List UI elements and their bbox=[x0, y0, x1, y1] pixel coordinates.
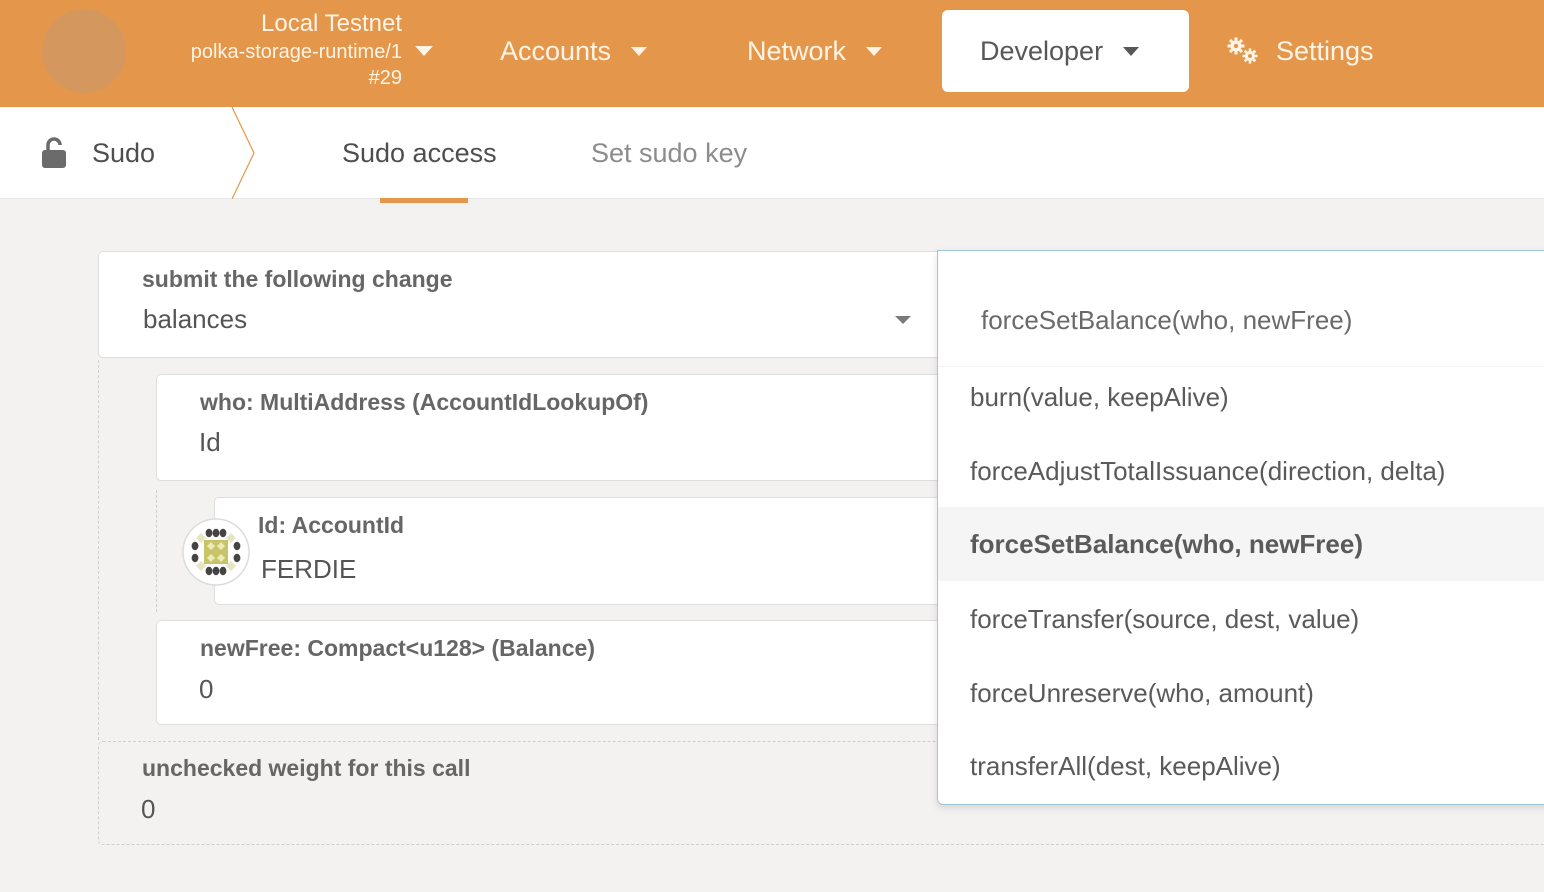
method-option[interactable]: transferAll(dest, keepAlive) bbox=[938, 729, 1544, 803]
tab-sudo-access-label: Sudo access bbox=[342, 137, 497, 168]
nav-developer[interactable]: Developer bbox=[942, 10, 1189, 92]
weight-value[interactable]: 0 bbox=[141, 794, 155, 825]
chain-logo[interactable] bbox=[42, 9, 126, 93]
method-option[interactable]: forceUnreserve(who, amount) bbox=[938, 656, 1544, 730]
weight-label: unchecked weight for this call bbox=[142, 755, 471, 781]
gears-icon bbox=[1227, 37, 1258, 64]
active-tab-indicator bbox=[380, 198, 468, 203]
chain-name: Local Testnet bbox=[261, 10, 402, 37]
runtime-version: polka-storage-runtime/1 bbox=[190, 41, 402, 63]
account-identicon bbox=[182, 518, 250, 586]
nav-settings[interactable]: Settings bbox=[1226, 10, 1374, 92]
tab-set-sudo-key[interactable]: Set sudo key bbox=[591, 107, 747, 199]
method-option[interactable]: forceAdjustTotalIssuance(direction, delt… bbox=[938, 434, 1544, 508]
nav-network[interactable]: Network bbox=[747, 10, 883, 92]
chain-selector[interactable]: Local Testnet polka-storage-runtime/1 #2… bbox=[130, 10, 402, 90]
who-label: who: MultiAddress (AccountIdLookupOf) bbox=[200, 389, 649, 415]
params-indent-guide bbox=[98, 360, 99, 740]
method-option[interactable]: burn(value, keepAlive) bbox=[938, 360, 1544, 434]
call-label: submit the following change bbox=[142, 266, 453, 292]
method-search-input[interactable]: forceSetBalance(who, newFree) bbox=[938, 251, 1544, 367]
unlock-icon bbox=[42, 137, 66, 168]
tab-sudo-access[interactable]: Sudo access bbox=[342, 107, 497, 199]
caret-down-icon[interactable] bbox=[895, 316, 911, 324]
caret-down-icon bbox=[866, 46, 883, 56]
new-free-value[interactable]: 0 bbox=[199, 674, 213, 705]
nav-network-label: Network bbox=[747, 35, 847, 66]
method-option-selected[interactable]: forceSetBalance(who, newFree) bbox=[938, 507, 1544, 581]
nav-settings-label: Settings bbox=[1276, 35, 1374, 66]
nav-developer-label: Developer bbox=[980, 35, 1104, 66]
sub-navigation-bar: Sudo Sudo access Set sudo key bbox=[0, 107, 1544, 199]
block-number: #29 bbox=[368, 67, 402, 89]
breadcrumb-separator bbox=[231, 107, 255, 199]
section-title-label: Sudo bbox=[92, 137, 156, 168]
account-id-value[interactable]: FERDIE bbox=[261, 554, 356, 585]
call-section-value[interactable]: balances bbox=[143, 304, 247, 335]
tab-set-sudo-key-label: Set sudo key bbox=[591, 137, 748, 168]
top-navigation-bar: Local Testnet polka-storage-runtime/1 #2… bbox=[0, 0, 1544, 107]
who-indent-guide bbox=[156, 490, 157, 612]
chain-selector-caret-icon[interactable] bbox=[415, 46, 433, 56]
section-title: Sudo bbox=[40, 107, 155, 199]
nav-accounts[interactable]: Accounts bbox=[500, 10, 648, 92]
new-free-label: newFree: Compact<u128> (Balance) bbox=[200, 635, 595, 661]
account-id-label: Id: AccountId bbox=[258, 512, 405, 538]
method-dropdown-menu: forceSetBalance(who, newFree) burn(value… bbox=[937, 250, 1544, 805]
who-value[interactable]: Id bbox=[199, 427, 221, 458]
method-option[interactable]: forceTransfer(source, dest, value) bbox=[938, 582, 1544, 656]
caret-down-icon bbox=[631, 46, 648, 56]
nav-accounts-label: Accounts bbox=[500, 35, 612, 66]
caret-down-icon bbox=[1123, 46, 1140, 56]
